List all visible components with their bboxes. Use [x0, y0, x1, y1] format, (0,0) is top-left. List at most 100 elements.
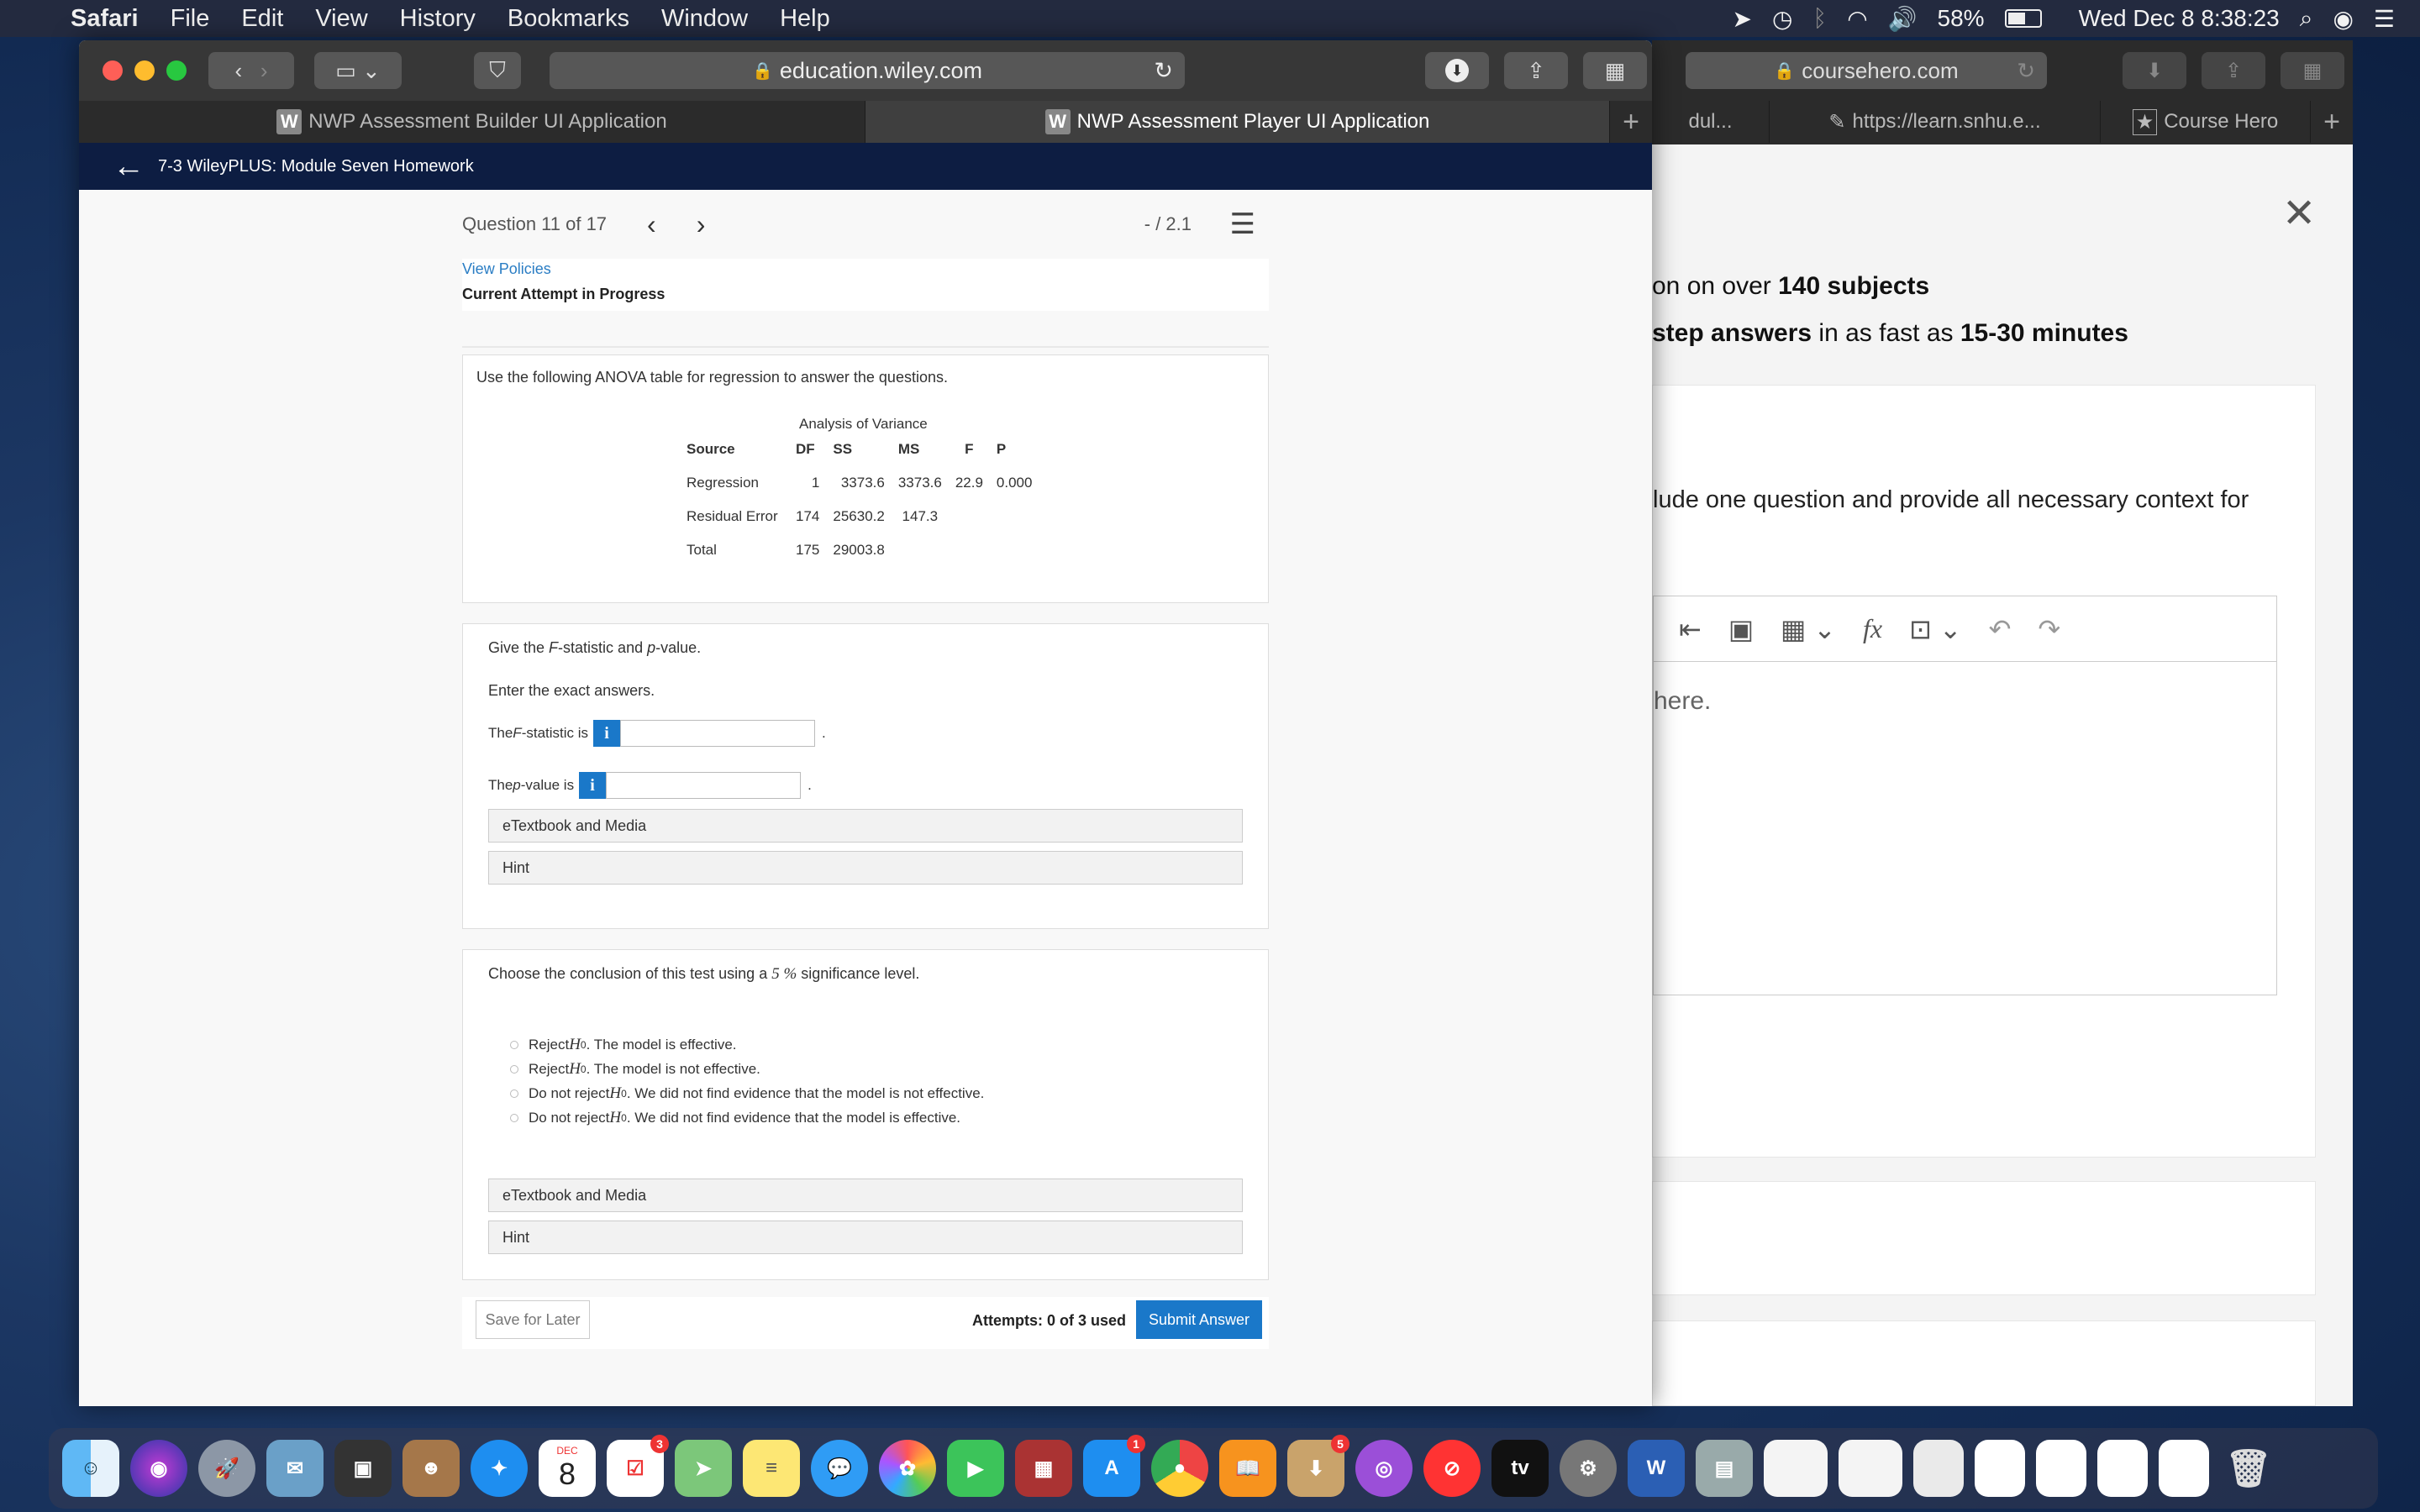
etextbook-media-button[interactable]: eTextbook and Media	[488, 809, 1243, 843]
code-icon[interactable]: ⊡ ⌄	[1909, 613, 1962, 645]
maps-icon[interactable]: ➤	[675, 1440, 732, 1497]
table-icon[interactable]: ▦ ⌄	[1781, 613, 1836, 645]
previous-question-icon[interactable]: ‹	[647, 209, 656, 240]
conclusion-option[interactable]: Do not reject H0. We did not find eviden…	[510, 1105, 1243, 1130]
conclusion-option[interactable]: Do not reject H0. We did not find eviden…	[510, 1081, 1243, 1105]
word-icon[interactable]: W	[1628, 1440, 1685, 1497]
formula-icon[interactable]: fx	[1863, 613, 1882, 644]
news-icon[interactable]: ⊘	[1423, 1440, 1481, 1497]
notification-center-icon[interactable]: ☰	[2374, 5, 2395, 33]
address-bar[interactable]: 🔒 education.wiley.com ↻	[550, 52, 1185, 89]
calendar-icon[interactable]: DEC 8	[539, 1440, 596, 1497]
menu-edit[interactable]: Edit	[241, 5, 283, 33]
tab-assessment-builder[interactable]: W NWP Assessment Builder UI Application	[79, 101, 865, 143]
photo-booth-icon[interactable]: ▣	[334, 1440, 392, 1497]
menu-bookmarks[interactable]: Bookmarks	[508, 5, 629, 33]
new-tab-button[interactable]: +	[1610, 101, 1652, 143]
siri-icon[interactable]: ◉	[2333, 5, 2353, 33]
notes-icon[interactable]: ≡	[743, 1440, 800, 1497]
coursehero-download-button[interactable]: ⬇	[2123, 52, 2186, 89]
back-arrow-icon[interactable]: ←	[113, 149, 145, 185]
share-button[interactable]: ⇪	[1504, 52, 1568, 89]
trash-icon[interactable]: 🗑	[2220, 1440, 2277, 1497]
messages-icon[interactable]: 💬	[811, 1440, 868, 1497]
installer-icon[interactable]: ⬇ 5	[1287, 1435, 1349, 1497]
volume-icon[interactable]: 🔊	[1888, 5, 1918, 33]
bluetooth-icon[interactable]: ᛒ	[1812, 5, 1827, 32]
conclusion-option[interactable]: Reject H0. The model is not effective.	[510, 1057, 1243, 1081]
coursehero-tab-overview-button[interactable]: ▦	[2281, 52, 2344, 89]
tab-assessment-player[interactable]: W NWP Assessment Player UI Application	[865, 101, 1610, 143]
preview-icon[interactable]: ▤	[1696, 1440, 1753, 1497]
close-window-button[interactable]	[103, 60, 123, 81]
spotlight-search-icon[interactable]: ⌕	[2300, 5, 2313, 33]
siri-icon[interactable]: ◉	[130, 1440, 187, 1497]
privacy-report-button[interactable]: ⛉	[474, 52, 521, 89]
undo-icon[interactable]: ↶	[1989, 613, 2012, 645]
launchpad-icon[interactable]: 🚀	[198, 1440, 255, 1497]
next-question-icon[interactable]: ›	[697, 209, 706, 240]
radio-button[interactable]	[510, 1113, 518, 1122]
document-thumbnail-icon[interactable]	[2097, 1440, 2148, 1497]
document-thumbnail-icon[interactable]	[1913, 1440, 1964, 1497]
reminders-icon[interactable]: ☑ 3	[607, 1435, 669, 1497]
radio-button[interactable]	[510, 1089, 518, 1098]
zoom-window-button[interactable]	[166, 60, 187, 81]
reload-icon[interactable]: ↻	[2017, 58, 2035, 84]
info-icon[interactable]: i	[593, 720, 621, 747]
p-value-input[interactable]	[606, 772, 802, 799]
image-icon[interactable]: ▣	[1728, 613, 1754, 645]
downloads-button[interactable]: ⬇	[1425, 52, 1489, 89]
back-forward-buttons[interactable]: ‹ ›	[208, 52, 294, 89]
safari-icon[interactable]: ✦	[471, 1440, 528, 1497]
contacts-icon[interactable]: ☻	[402, 1440, 460, 1497]
question-list-icon[interactable]: ☰	[1230, 207, 1255, 241]
coursehero-tab-1[interactable]: dul...	[1652, 101, 1770, 143]
close-icon[interactable]: ✕	[2282, 190, 2316, 237]
coursehero-tab-2[interactable]: ✎ https://learn.snhu.e...	[1770, 101, 2101, 143]
document-thumbnail-icon[interactable]	[1839, 1440, 1902, 1497]
info-icon[interactable]: i	[579, 772, 607, 799]
etextbook-media-button[interactable]: eTextbook and Media	[488, 1179, 1243, 1212]
coursehero-tab-3[interactable]: ★ Course Hero	[2101, 101, 2311, 143]
tab-overview-button[interactable]: ▦	[1583, 52, 1647, 89]
back-icon[interactable]: ‹	[234, 58, 242, 84]
app-store-icon[interactable]: A1	[1083, 1435, 1145, 1497]
battery-icon[interactable]	[2004, 9, 2042, 28]
submit-answer-button[interactable]: Submit Answer	[1136, 1300, 1262, 1339]
photos-icon[interactable]: ✿	[879, 1440, 936, 1497]
menu-help[interactable]: Help	[780, 5, 830, 33]
coursehero-new-tab-button[interactable]: +	[2311, 101, 2353, 143]
view-policies-link[interactable]: View Policies	[462, 260, 1269, 278]
document-thumbnail-icon[interactable]	[1975, 1440, 2025, 1497]
forward-icon[interactable]: ›	[260, 58, 268, 84]
hint-button[interactable]: Hint	[488, 851, 1243, 885]
coursehero-url[interactable]: coursehero.com	[1802, 58, 1958, 84]
minimize-window-button[interactable]	[134, 60, 155, 81]
conclusion-option[interactable]: Reject H0. The model is effective.	[510, 1032, 1243, 1057]
location-icon[interactable]: ➤	[1732, 5, 1751, 33]
system-preferences-icon[interactable]: ⚙	[1560, 1440, 1617, 1497]
finder-icon[interactable]: ☺	[62, 1440, 119, 1497]
radio-button[interactable]	[510, 1064, 518, 1074]
wifi-icon[interactable]: ◠	[1847, 5, 1867, 33]
sidebar-toggle-button[interactable]: ▭ ⌄	[314, 52, 402, 89]
f-statistic-input[interactable]	[620, 720, 816, 747]
editor[interactable]: ⇤ ▣ ▦ ⌄ fx ⊡ ⌄ ↶ ↷ here.	[1653, 596, 2277, 995]
apple-tv-icon[interactable]: tv	[1491, 1440, 1549, 1497]
document-thumbnail-icon[interactable]	[2159, 1440, 2209, 1497]
battery-percent[interactable]: 58%	[1938, 5, 1985, 32]
menu-window[interactable]: Window	[661, 5, 748, 33]
document-thumbnail-icon[interactable]	[1764, 1440, 1828, 1497]
coursehero-share-button[interactable]: ⇪	[2202, 52, 2265, 89]
chrome-icon[interactable]: ●	[1151, 1440, 1208, 1497]
menu-datetime[interactable]: Wed Dec 8 8:38:23	[2079, 5, 2280, 32]
books-icon[interactable]: 📖	[1219, 1440, 1276, 1497]
photo-stack-icon[interactable]: ▦	[1015, 1440, 1072, 1497]
radio-button[interactable]	[510, 1040, 518, 1049]
hint-button[interactable]: Hint	[488, 1221, 1243, 1254]
save-for-later-button[interactable]: Save for Later	[476, 1300, 590, 1339]
reload-icon[interactable]: ↻	[1154, 58, 1173, 84]
time-machine-icon[interactable]: ◷	[1772, 5, 1792, 33]
mail-stamp-icon[interactable]: ✉	[266, 1440, 324, 1497]
